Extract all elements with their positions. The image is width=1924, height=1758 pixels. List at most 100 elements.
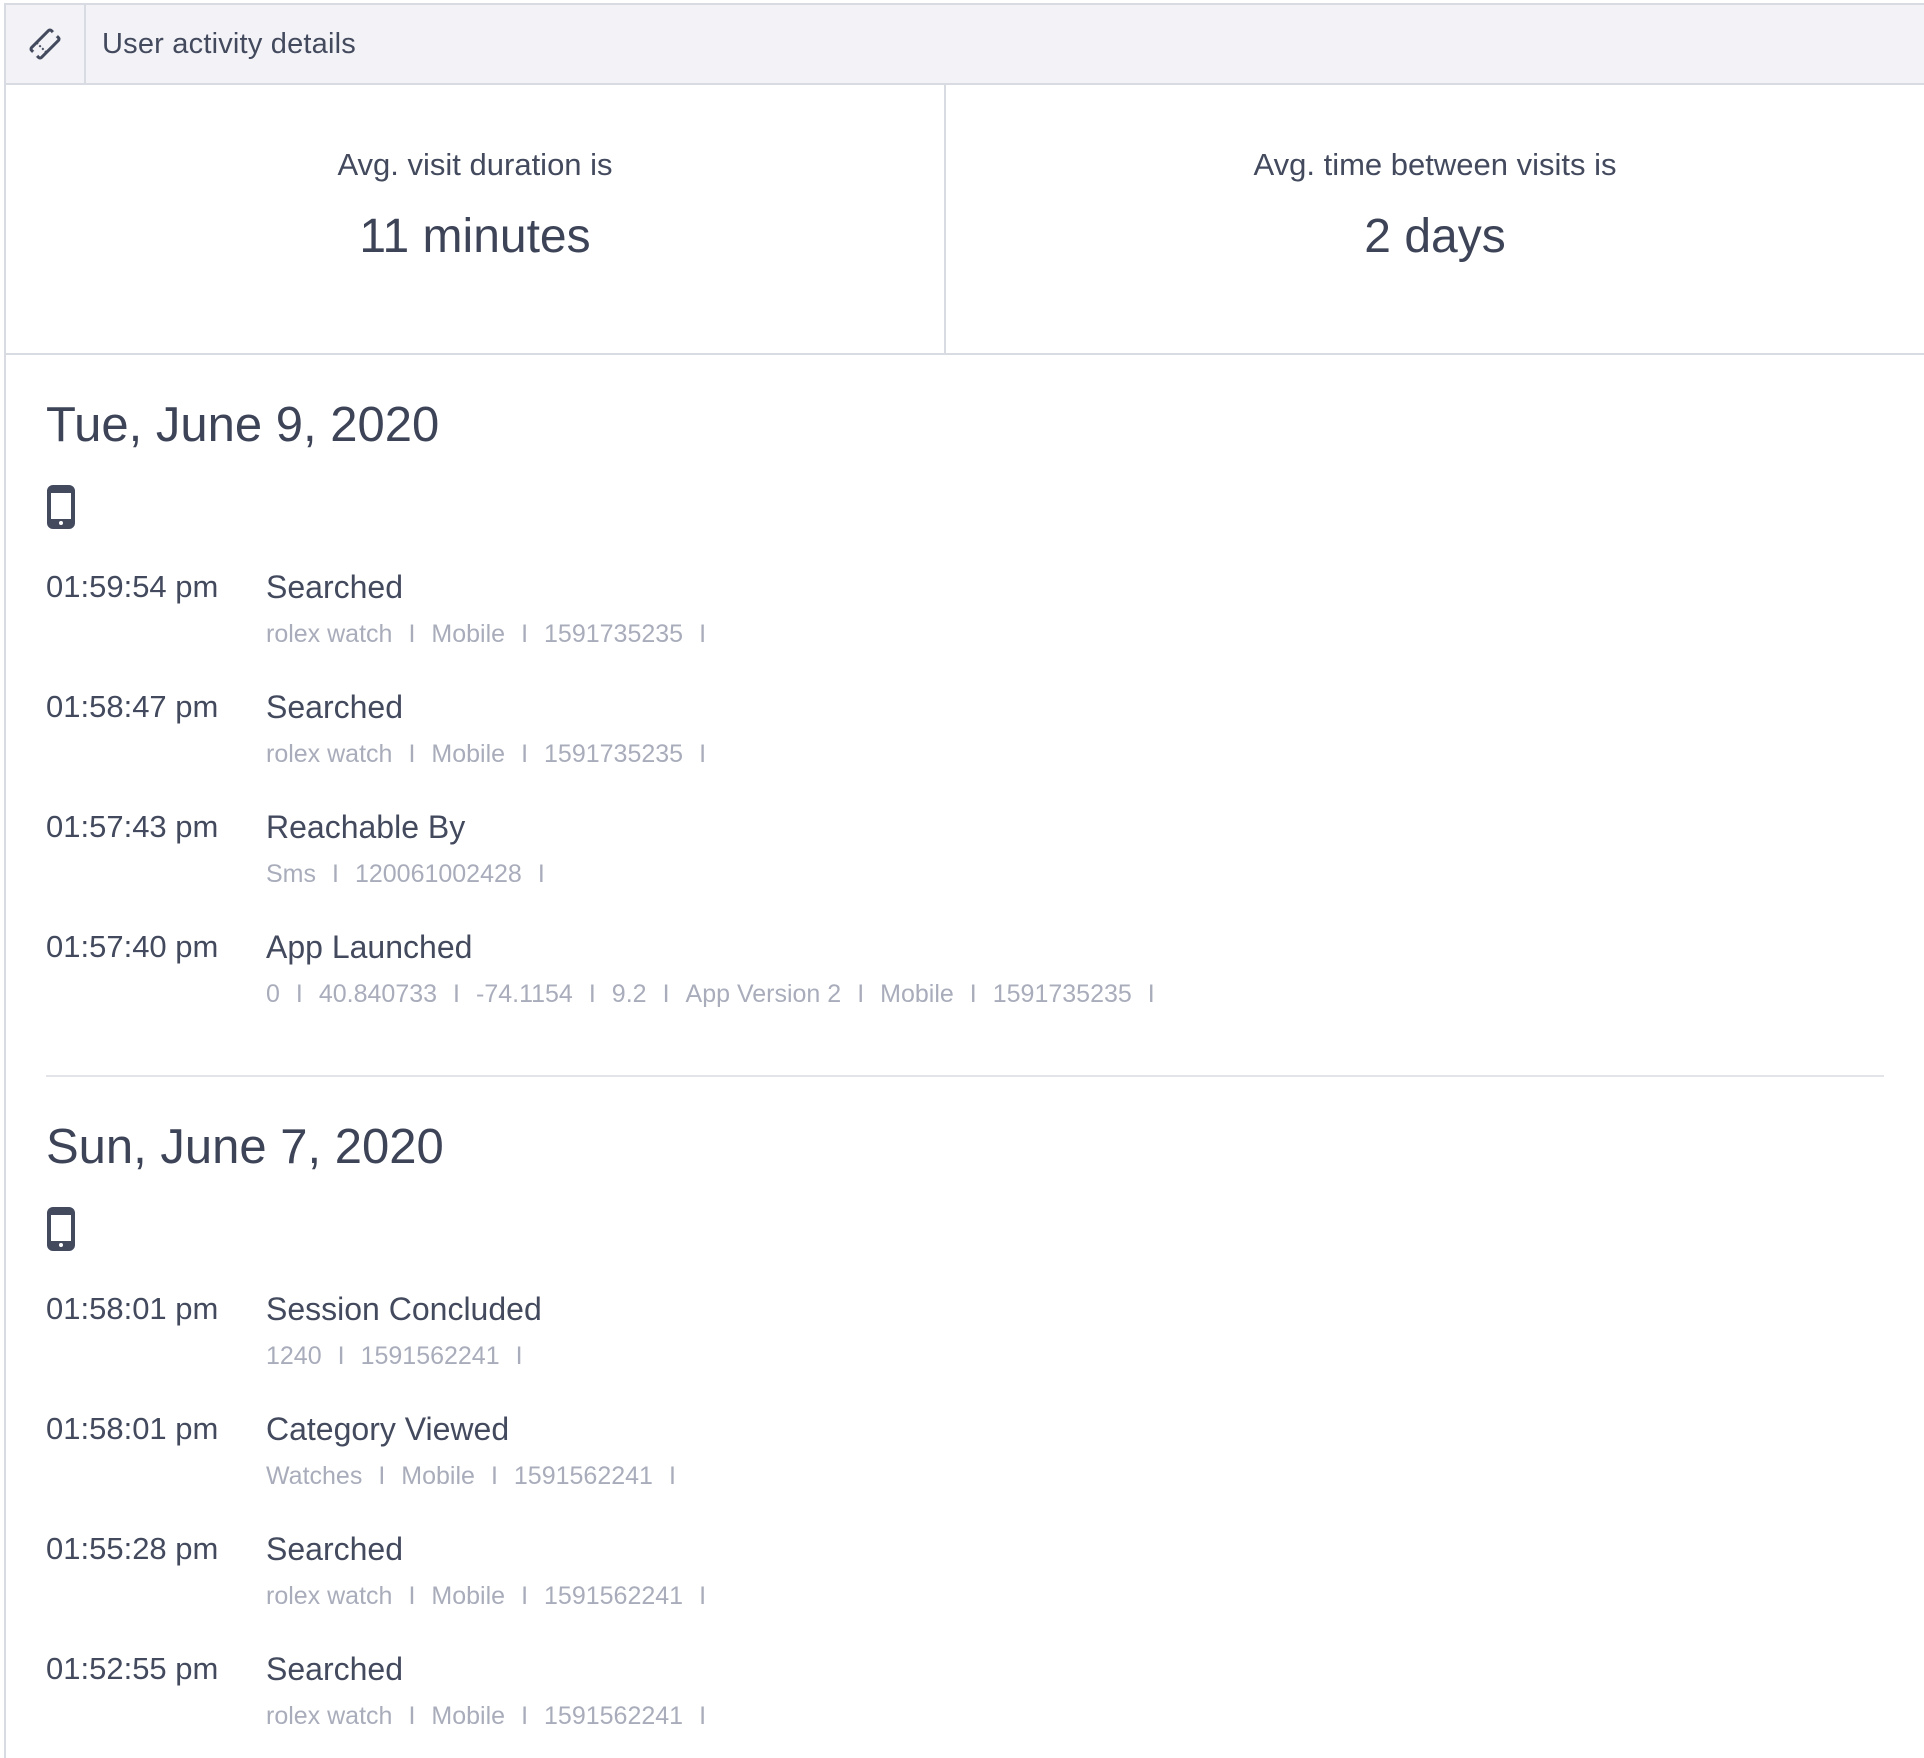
property-separator: I [332, 860, 339, 888]
user-activity-panel: User activity details Avg. visit duratio… [4, 3, 1924, 1758]
visit-duration-label: Avg. visit duration is [337, 147, 613, 182]
event-property: 1591562241 [544, 1582, 684, 1610]
event-time: 01:58:47 pm [46, 689, 219, 724]
event-name: App Launched [266, 929, 473, 965]
event-properties: rolex watch I Mobile I 1591735235 I [266, 620, 722, 649]
event-time: 01:55:28 pm [46, 1531, 219, 1566]
event-list: 01:59:54 pm Searched rolex watch I Mobile I 15… [46, 557, 1884, 1037]
event-name: Searched [266, 1531, 403, 1567]
event-property: 120061002428 [354, 860, 522, 888]
event-property: 9.2 [611, 980, 647, 1008]
event-body: Searched rolex watch I Mobile I 1591562241 I [266, 1639, 722, 1758]
event-row: 01:52:55 pm Searched rolex watch I Mobile I 15… [46, 1639, 1884, 1758]
time-between-visits-label: Avg. time between visits is [1253, 147, 1617, 182]
property-separator: I [699, 1702, 707, 1730]
panel-header: User activity details [6, 5, 1924, 85]
event-time: 01:59:54 pm [46, 569, 219, 604]
property-separator: I [699, 620, 707, 648]
day-group: Sun, June 7, 2020 01:58:01 pm Session Conc… [46, 1075, 1884, 1758]
mobile-phone-icon [46, 1207, 76, 1251]
event-properties: 0 I 40.840733 I -74.1154 I 9.2 I App Version 2IM… [266, 980, 1171, 1009]
event-property: Mobile [431, 740, 506, 768]
event-body: Session Concluded 1240 I 1591562241 I [266, 1279, 542, 1399]
mobile-phone-icon [46, 485, 76, 529]
property-separator: I [408, 1582, 416, 1610]
event-row: 01:57:43 pm Reachable By Sms I 120061002428 I [46, 797, 1884, 917]
event-property: Mobile [431, 620, 506, 648]
property-separator: I [408, 620, 416, 648]
property-separator: I [537, 860, 545, 888]
event-properties: rolex watch I Mobile I 1591735235 I [266, 740, 722, 769]
event-name: Session Concluded [266, 1291, 542, 1327]
property-separator: I [969, 980, 977, 1008]
property-separator: I [699, 740, 707, 768]
event-property: 1591735235 [544, 740, 684, 768]
event-body: Searched rolex watch I Mobile I 1591735235 I [266, 557, 722, 677]
time-between-visits-value: 2 days [1364, 210, 1506, 263]
property-separator: I [588, 980, 596, 1008]
time-between-visits-stat: Avg. time between visits is 2 days [946, 85, 1924, 353]
day-date-heading: Tue, June 9, 2020 [46, 398, 440, 452]
event-row: 01:58:01 pm Category Viewed Watches I Mobile… [46, 1399, 1884, 1519]
property-separator: I [699, 1582, 707, 1610]
event-property: 1240 [266, 1342, 322, 1370]
property-separator: I [453, 980, 460, 1008]
event-property: Mobile [401, 1462, 475, 1490]
event-property: rolex watch [266, 620, 393, 648]
event-property: Sms [266, 860, 316, 888]
event-row: 01:58:01 pm Session Concluded 1240 I 1591562… [46, 1279, 1884, 1399]
property-separator: I [378, 1462, 386, 1490]
event-properties: Sms I 120061002428 I [266, 860, 561, 889]
event-property: 1591562241 [513, 1462, 653, 1490]
event-row: 01:58:47 pm Searched rolex watch I Mobile I 15… [46, 677, 1884, 797]
event-property: 1591735235 [544, 620, 684, 648]
panel-title: User activity details [102, 27, 356, 60]
event-property: Mobile [431, 1702, 506, 1730]
event-name: Searched [266, 1651, 403, 1687]
event-time: 01:52:55 pm [46, 1651, 219, 1686]
event-property: Mobile [431, 1582, 506, 1610]
event-property: rolex watch [266, 740, 393, 768]
event-body: Searched rolex watch I Mobile I 1591562241 I [266, 1519, 722, 1639]
property-separator: I [521, 1702, 529, 1730]
event-time: 01:57:40 pm [46, 929, 219, 964]
property-separator: I [1147, 980, 1155, 1008]
visit-duration-value: 11 minutes [359, 210, 591, 263]
event-properties: rolex watch I Mobile I 1591562241 I [266, 1702, 722, 1731]
property-separator: I [662, 980, 670, 1008]
event-property: 1591735235 [992, 980, 1132, 1008]
event-property: Mobile [880, 980, 954, 1008]
property-separator: I [490, 1462, 498, 1490]
event-body: App Launched 0 I 40.840733 I -74.1154 I 9.2 I App… [266, 917, 1171, 1037]
day-date-heading: Sun, June 7, 2020 [46, 1120, 444, 1174]
property-separator: I [521, 620, 529, 648]
property-separator: I [408, 740, 416, 768]
event-property: 1591562241 [360, 1342, 500, 1370]
visit-duration-stat: Avg. visit duration is 11 minutes [6, 85, 946, 353]
event-property: Watches [266, 1462, 363, 1490]
property-separator: I [515, 1342, 523, 1370]
property-separator: I [521, 1582, 529, 1610]
event-property: -74.1154 [476, 980, 573, 1008]
property-separator: I [295, 980, 303, 1008]
event-property: rolex watch [266, 1702, 393, 1730]
event-property: 1591562241 [544, 1702, 684, 1730]
event-name: Searched [266, 569, 403, 605]
event-body: Category Viewed Watches I Mobile I 1591562241… [266, 1399, 692, 1519]
event-row: 01:59:54 pm Searched rolex watch I Mobile I 15… [46, 557, 1884, 677]
property-separator: I [521, 740, 529, 768]
property-separator: I [337, 1342, 345, 1370]
event-name: Searched [266, 689, 403, 725]
event-property: App Version 2 [685, 980, 842, 1008]
event-property: 0 [266, 980, 280, 1008]
event-body: Searched rolex watch I Mobile I 1591735235 I [266, 677, 722, 797]
event-name: Category Viewed [266, 1411, 510, 1447]
event-properties: Watches I Mobile I 1591562241 I [266, 1462, 692, 1491]
event-time: 01:58:01 pm [46, 1411, 219, 1446]
stats-row: Avg. visit duration is 11 minutes Avg. t… [6, 85, 1924, 355]
event-properties: rolex watch I Mobile I 1591562241 I [266, 1582, 722, 1611]
event-body: Reachable By Sms I 120061002428 I [266, 797, 561, 917]
property-separator: I [857, 980, 865, 1008]
event-time: 01:58:01 pm [46, 1291, 219, 1326]
event-name: Reachable By [266, 809, 466, 845]
